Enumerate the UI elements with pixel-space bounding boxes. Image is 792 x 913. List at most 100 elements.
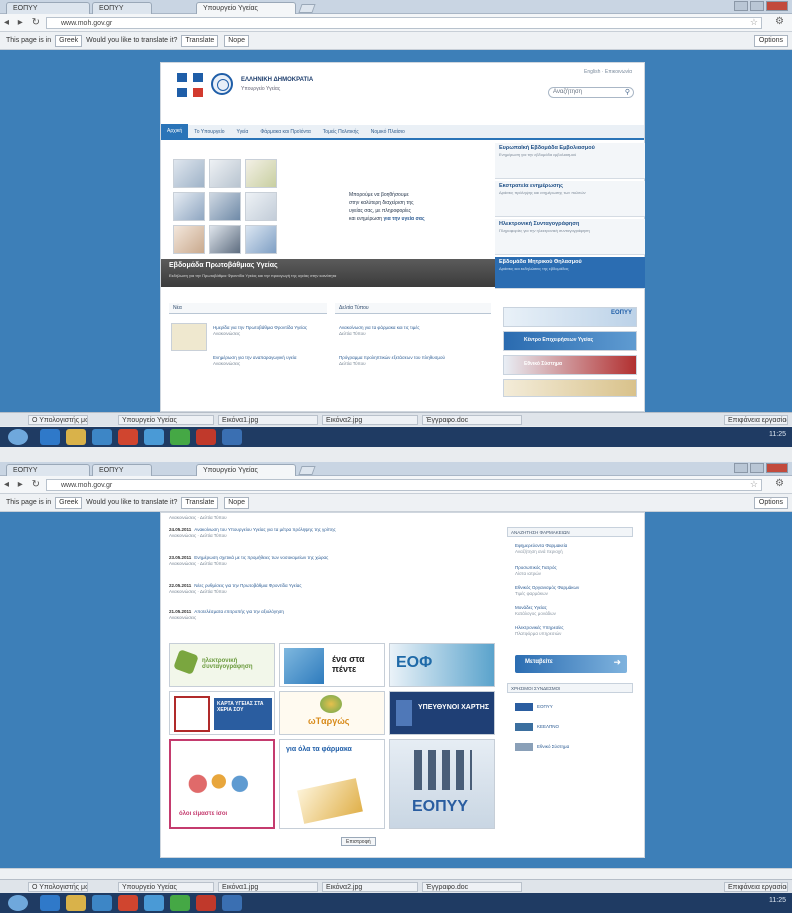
side-link[interactable]: Μονάδες Υγείας Κατάλογος μονάδων [515, 605, 633, 617]
search-icon[interactable]: ⚲ [625, 88, 630, 97]
news-item[interactable]: Ημερίδα για την Πρωτοβάθμια Φροντίδα Υγε… [213, 325, 325, 337]
language-select[interactable]: Greek [55, 497, 83, 509]
browser-tab-active[interactable]: Υπουργείο Υγείας [196, 464, 296, 476]
browser-tab[interactable]: ΕΟΠΥΥ [92, 2, 152, 14]
chrome-icon[interactable] [170, 895, 190, 911]
media-icon[interactable] [92, 429, 112, 445]
start-button-icon[interactable] [8, 429, 28, 445]
side-link[interactable]: Προσωπικός Γιατρός Λίστα ιατρών [515, 565, 633, 577]
app-icon[interactable] [144, 429, 164, 445]
chrome-icon[interactable] [170, 429, 190, 445]
media-icon[interactable] [92, 895, 112, 911]
news-row[interactable]: 23.05.2011 Ενημέρωση σχετικά με τις προμή… [169, 555, 489, 567]
useful-link[interactable]: ΕΟΠΥΥ [515, 703, 553, 711]
app-icon[interactable] [222, 429, 242, 445]
close-button[interactable] [766, 463, 788, 473]
announce-item[interactable]: Πρόγραμμα προληπτικών εξετάσεων του πληθ… [339, 355, 489, 367]
ie-icon[interactable] [40, 429, 60, 445]
ie-icon[interactable] [40, 895, 60, 911]
nav-arrows-icon[interactable]: ◂ ▸ ↻ [4, 17, 43, 28]
taskbar-item[interactable]: Εικόνα1.jpg [218, 415, 318, 425]
office-icon[interactable] [118, 429, 138, 445]
go-banner-button[interactable]: Μεταβείτε ➜ [515, 655, 627, 673]
menu-item[interactable]: Υγεία [230, 129, 254, 135]
right-feature-box[interactable]: Εκστρατεία ενημέρωσης Δράσεις πρόληψης κ… [495, 181, 645, 217]
news-item[interactable]: Ενημέρωση για την αναπαραγωγική υγεία Αν… [213, 355, 325, 367]
announce-item[interactable]: Ανακοίνωση για τα φάρμακα και τις τιμές … [339, 325, 489, 337]
folder-icon[interactable] [66, 895, 86, 911]
side-banner[interactable]: Εθνικό Σύστημα [503, 355, 637, 375]
taskbar-item[interactable]: Εικόνα1.jpg [218, 882, 318, 892]
new-tab-button[interactable] [298, 4, 316, 13]
wrench-icon[interactable]: ⚙ [775, 478, 784, 489]
browser-tab[interactable]: ΕΟΠΥΥ [6, 464, 90, 476]
options-button[interactable]: Options [753, 497, 788, 509]
welcome-link[interactable]: για την υγεία σας [383, 216, 424, 222]
language-select[interactable]: Greek [55, 35, 83, 47]
tile-one-in-five[interactable]: ένα στα πέντε [279, 643, 385, 687]
taskbar-item[interactable]: Έγγραφο.doc [422, 882, 522, 892]
tile-health-card[interactable]: ΚΑΡΤΑ ΥΓΕΙΑΣ ΣΤΑ ΧΕΡΙΑ ΣΟΥ [169, 691, 275, 735]
tile-e-prescription[interactable]: ηλεκτρονική συνταγογράφηση [169, 643, 275, 687]
nope-button[interactable]: Nope [224, 35, 249, 47]
taskbar-item[interactable]: Υπουργείο Υγείας [118, 415, 214, 425]
news-row[interactable]: Ανακοινώσεις · Δελτία Τύπου [169, 515, 489, 521]
taskbar-item[interactable]: Ο Υπολογιστής μου [28, 415, 88, 425]
maximize-button[interactable] [750, 463, 764, 473]
side-link[interactable]: Εθνικός Οργανισμός Φαρμάκων Τιμές φαρμάκ… [515, 585, 633, 597]
menu-item[interactable]: Το Υπουργείο [188, 129, 230, 135]
desktop-button[interactable]: Επιφάνεια εργασίας [724, 415, 788, 425]
wrench-icon[interactable]: ⚙ [775, 16, 784, 27]
side-banner[interactable] [503, 379, 637, 397]
url-field[interactable]: www.moh.gov.gr [46, 479, 762, 491]
menu-item-home[interactable]: Αρχική [161, 124, 189, 139]
office-icon[interactable] [118, 895, 138, 911]
tile-eopyy[interactable]: ΕΟΠΥΥ [389, 739, 495, 829]
side-link[interactable]: Ηλεκτρονικές Υπηρεσίες Πλατφόρμα υπηρεσι… [515, 625, 633, 637]
translate-button[interactable]: Translate [181, 35, 219, 47]
tile-all-medicines[interactable]: για όλα τα φάρμακα [279, 739, 385, 829]
taskbar-item[interactable]: Υπουργείο Υγείας [118, 882, 214, 892]
right-feature-box-active[interactable]: Εβδομάδα Μητρικού Θηλασμού Δράσεις και ε… [495, 257, 645, 289]
tile-ypargos[interactable]: ωTαργώς [279, 691, 385, 735]
menu-item[interactable]: Τομείς Πολιτικής [317, 129, 365, 135]
maximize-button[interactable] [750, 1, 764, 11]
nav-arrows-icon[interactable]: ◂ ▸ ↻ [4, 479, 43, 490]
nope-button[interactable]: Nope [224, 497, 249, 509]
browser-tab[interactable]: ΕΟΠΥΥ [6, 2, 90, 14]
bookmark-star-icon[interactable]: ☆ [750, 479, 758, 490]
close-button[interactable] [766, 1, 788, 11]
side-link[interactable]: Εφημερεύοντα Φαρμακεία Αναζήτηση ανά περ… [515, 543, 633, 555]
news-row[interactable]: 24.05.2011 Ανακοίνωση του Υπουργείου Υγεί… [169, 527, 489, 539]
news-row[interactable]: 21.05.2011 Αποτελέσματα επιτροπής για την… [169, 609, 489, 621]
tile-eof[interactable]: ΕΟΦ [389, 643, 495, 687]
tile-responsible[interactable]: ΥΠΕΥΘΥΝΟΙ ΧΑΡΤΗΣ [389, 691, 495, 735]
options-button[interactable]: Options [753, 35, 788, 47]
useful-link[interactable]: Εθνικό Σύστημα [515, 743, 569, 751]
desktop-button[interactable]: Επιφάνεια εργασίας [724, 882, 788, 892]
menu-item[interactable]: Νομικό Πλαίσιο [365, 129, 411, 135]
top-links[interactable]: English · Επικοινωνία [584, 69, 632, 75]
right-feature-box[interactable]: Ηλεκτρονική Συνταγογράφηση Πληροφορίες γ… [495, 219, 645, 255]
browser-tab[interactable]: ΕΟΠΥΥ [92, 464, 152, 476]
tile-equal[interactable]: όλοι είμαστε ίσοι [169, 739, 275, 829]
taskbar-item[interactable]: Έγγραφο.doc [422, 415, 522, 425]
taskbar-item[interactable]: Εικόνα2.jpg [322, 415, 418, 425]
minimize-button[interactable] [734, 463, 748, 473]
browser-tab-active[interactable]: Υπουργείο Υγείας [196, 2, 296, 14]
menu-item[interactable]: Φάρμακα και Προϊόντα [254, 129, 316, 135]
app-icon[interactable] [196, 895, 216, 911]
side-banner[interactable]: ΕΟΠΥΥ [503, 307, 637, 327]
news-row[interactable]: 22.05.2011 Νέες ρυθμίσεις για την Πρωτοβά… [169, 583, 489, 595]
folder-icon[interactable] [66, 429, 86, 445]
start-button-icon[interactable] [8, 895, 28, 911]
bookmark-star-icon[interactable]: ☆ [750, 17, 758, 28]
app-icon[interactable] [196, 429, 216, 445]
app-icon[interactable] [144, 895, 164, 911]
search-input[interactable]: Αναζήτηση ⚲ [548, 87, 634, 98]
translate-button[interactable]: Translate [181, 497, 219, 509]
minimize-button[interactable] [734, 1, 748, 11]
new-tab-button[interactable] [298, 466, 316, 475]
useful-link[interactable]: ΚΕΕΛΠΝΟ [515, 723, 559, 731]
back-to-top-button[interactable]: Επιστροφή [341, 837, 376, 846]
